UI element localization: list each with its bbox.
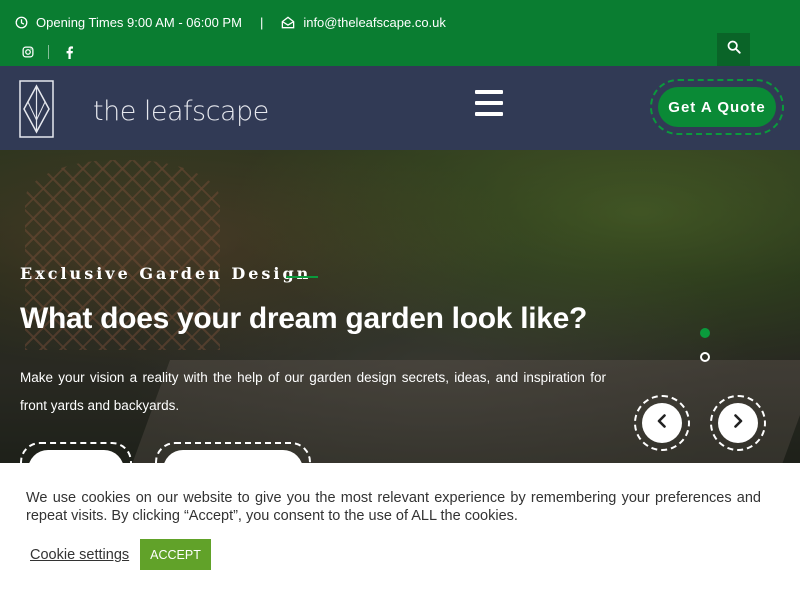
cookie-message: We use cookies on our website to give yo… (26, 490, 761, 524)
top-bar: Opening Times 9:00 AM - 06:00 PM | info@… (0, 0, 800, 66)
site-header: the leafscape Get A Quote (0, 66, 800, 150)
hamburger-icon[interactable] (475, 90, 503, 116)
social-links (20, 42, 77, 62)
next-slide-button[interactable] (710, 395, 766, 451)
envelope-open-icon (281, 15, 295, 29)
hero-headline: What does your dream garden look like? (20, 302, 588, 335)
separator: | (259, 14, 264, 30)
hero-kicker: Exclusive Garden Design (20, 264, 312, 283)
cookie-settings-link[interactable]: Cookie settings (30, 547, 129, 563)
instagram-icon[interactable] (20, 44, 36, 60)
hero-description: Make your vision a reality with the help… (20, 370, 606, 413)
contact-info: Opening Times 9:00 AM - 06:00 PM | info@… (14, 12, 446, 32)
accept-cookies-button[interactable]: ACCEPT (140, 539, 211, 570)
hero-cta-button-2[interactable] (155, 442, 311, 463)
clock-icon (14, 15, 28, 29)
chevron-left-icon (656, 413, 668, 433)
opening-times: Opening Times 9:00 AM - 06:00 PM (36, 14, 242, 30)
logo-text[interactable]: the leafscape (93, 96, 269, 127)
cookie-banner: We use cookies on our website to give yo… (0, 463, 800, 600)
quote-button-ring: Get A Quote (650, 79, 784, 135)
slide-dot[interactable] (700, 352, 710, 362)
hero-slider: Exclusive Garden Design What does your d… (0, 150, 800, 463)
kicker-underline (286, 276, 318, 278)
search-icon (727, 40, 741, 59)
facebook-icon[interactable] (61, 44, 77, 60)
email-link[interactable]: info@theleafscape.co.uk (303, 15, 446, 30)
previous-slide-button[interactable] (634, 395, 690, 451)
logo-mark-icon[interactable] (19, 80, 54, 138)
get-a-quote-button[interactable]: Get A Quote (658, 87, 776, 127)
hero-cta-button-1[interactable] (20, 442, 132, 463)
chevron-right-icon (732, 413, 744, 433)
divider (48, 45, 49, 59)
search-button[interactable] (717, 33, 750, 66)
slide-dot-active[interactable] (700, 328, 710, 338)
